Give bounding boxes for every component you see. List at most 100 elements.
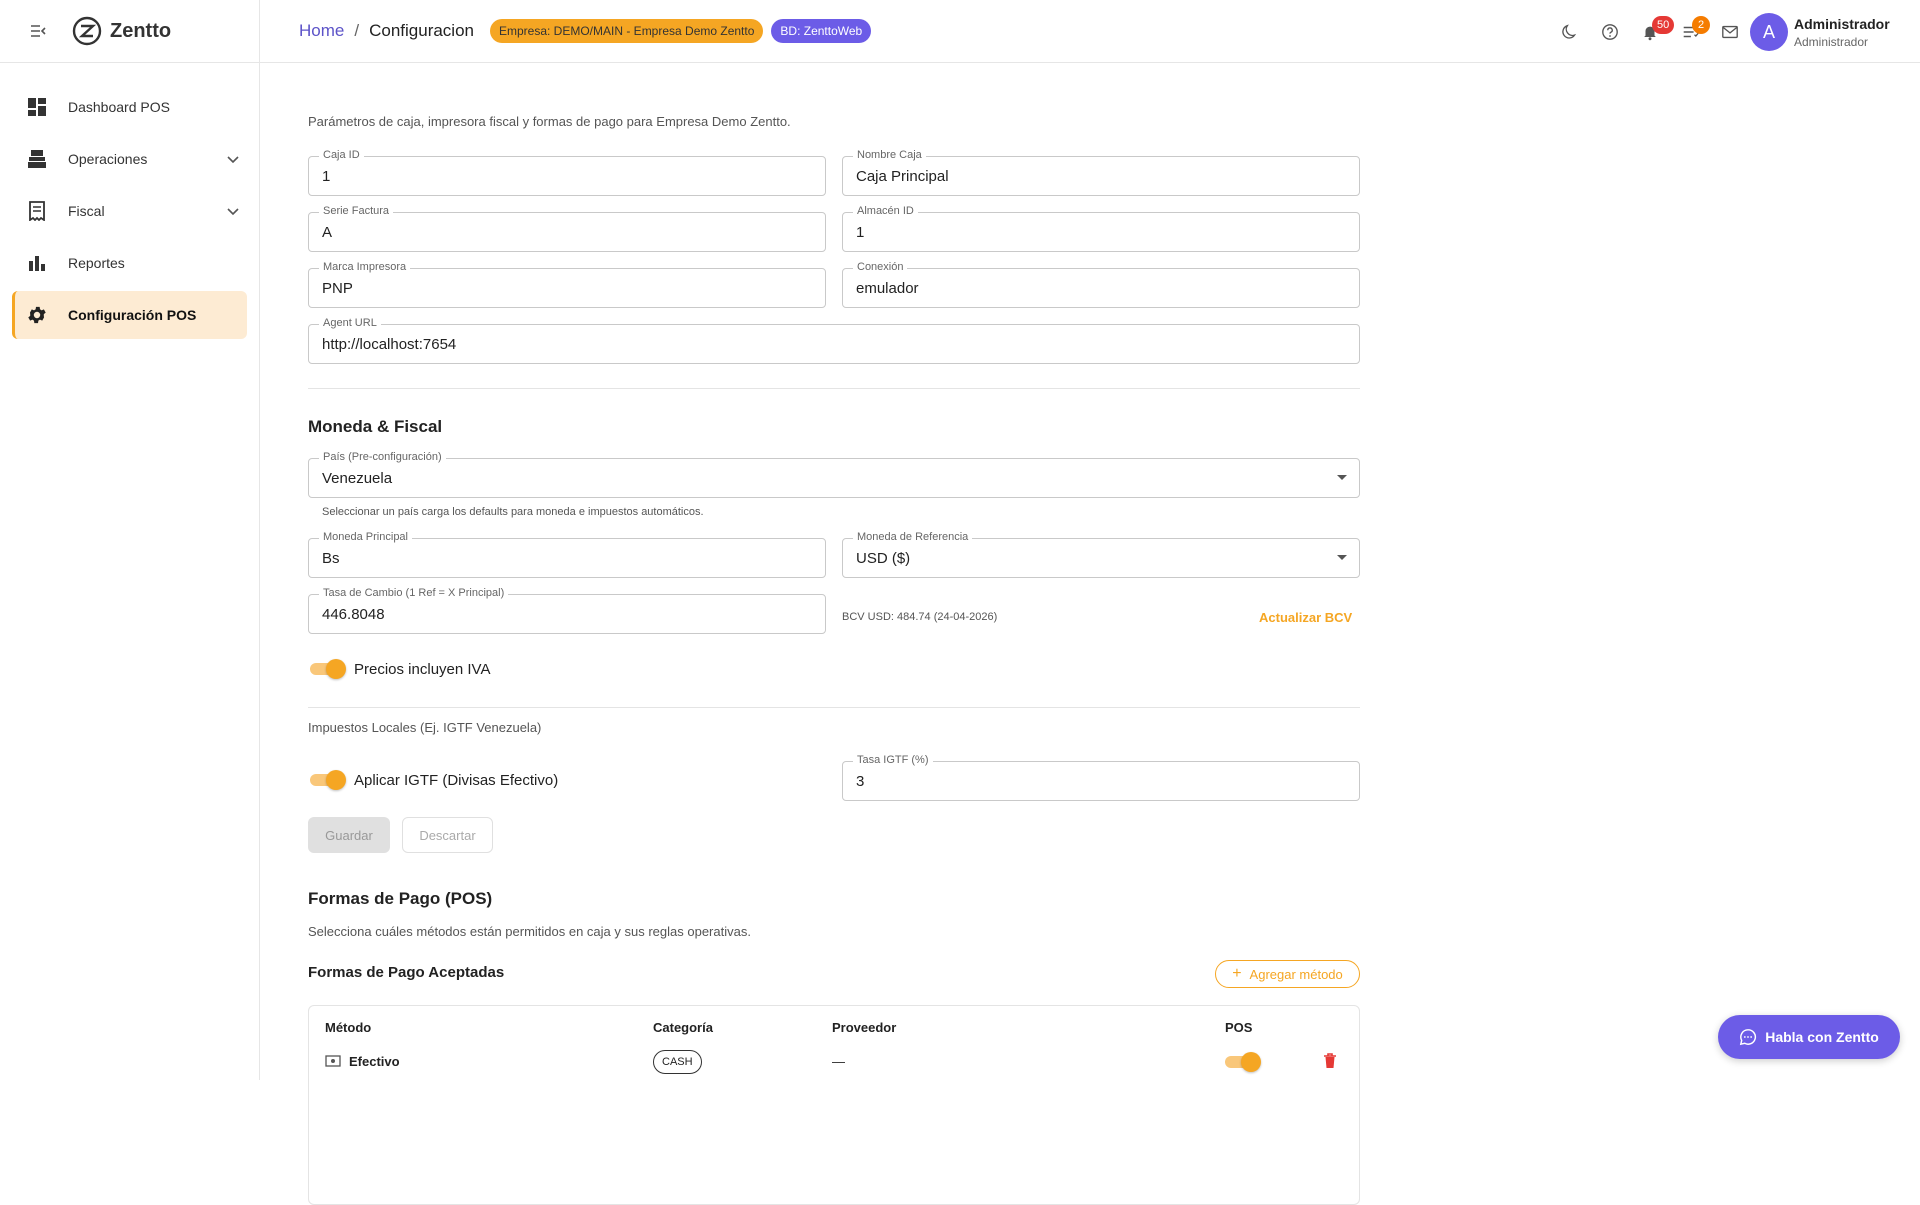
field-value: 1 [856, 224, 865, 241]
tasks-button[interactable]: 2 [1670, 12, 1710, 52]
topbar-actions: 50 2 [1550, 0, 1750, 63]
field-value: Caja Principal [856, 168, 949, 185]
tasa-igtf-field[interactable]: Tasa IGTF (%) 3 [842, 754, 1360, 801]
breadcrumb-home-link[interactable]: Home [299, 21, 344, 41]
receipt-icon [26, 200, 48, 222]
field-value: 3 [856, 773, 865, 790]
sidebar-item-operaciones[interactable]: Operaciones [12, 135, 247, 183]
row-pos-switch[interactable] [1225, 1052, 1261, 1072]
sidebar-item-label: Fiscal [68, 203, 105, 219]
topbar: Home / Configuracion Empresa: DEMO/MAIN … [260, 0, 1920, 63]
switch-thumb [326, 659, 346, 679]
app-name: Zentto [110, 19, 172, 42]
help-button[interactable] [1590, 12, 1630, 52]
company-chip[interactable]: Empresa: DEMO/MAIN - Empresa Demo Zentto [490, 19, 764, 43]
gear-icon [26, 304, 48, 326]
field-value: http://localhost:7654 [322, 336, 457, 353]
column-header-categoria: Categoría [653, 1020, 713, 1035]
sidebar-item-dashboard-pos[interactable]: Dashboard POS [12, 83, 247, 131]
guardar-button[interactable]: Guardar [308, 817, 390, 853]
field-label: Tasa de Cambio (1 Ref = X Principal) [319, 587, 509, 599]
column-header-pos: POS [1225, 1020, 1253, 1035]
avatar: A [1750, 13, 1788, 51]
sidebar-item-label: Reportes [68, 255, 125, 271]
agregar-metodo-button[interactable]: + Agregar método [1215, 960, 1360, 988]
almacen-id-field[interactable]: Almacén ID 1 [842, 205, 1360, 252]
caja-id-field[interactable]: Caja ID 1 [308, 149, 826, 196]
sidebar-item-reportes[interactable]: Reportes [12, 239, 247, 287]
mail-icon [1722, 25, 1738, 38]
user-name: Administrador [1794, 15, 1890, 32]
field-value: Bs [322, 550, 340, 567]
pagos-subtitle: Selecciona cuáles métodos están permitid… [308, 924, 751, 939]
field-value: emulador [856, 280, 919, 297]
igtf-switch[interactable] [310, 770, 346, 790]
sidebar: Zentto Dashboard POS Operaciones Fiscal [0, 0, 260, 1080]
moneda-referencia-select[interactable]: Moneda de Referencia USD ($) [842, 531, 1360, 578]
field-label: Conexión [853, 261, 908, 273]
field-label: Tasa IGTF (%) [853, 754, 933, 766]
field-value: A [322, 224, 333, 241]
database-chip[interactable]: BD: ZenttoWeb [771, 19, 872, 43]
moon-icon [1562, 23, 1577, 39]
dark-mode-button[interactable] [1550, 12, 1590, 52]
conexion-field[interactable]: Conexión emulador [842, 261, 1360, 308]
field-label: Serie Factura [319, 205, 394, 217]
switch-thumb [326, 770, 346, 790]
pais-helper-text: Seleccionar un país carga los defaults p… [322, 506, 704, 518]
moneda-principal-field[interactable]: Moneda Principal Bs [308, 531, 826, 578]
field-label: Moneda de Referencia [853, 531, 973, 543]
nombre-caja-field[interactable]: Nombre Caja Caja Principal [842, 149, 1360, 196]
chevron-down-icon [227, 208, 239, 216]
agent-url-field[interactable]: Agent URL http://localhost:7654 [308, 317, 1360, 364]
impuestos-locales-label: Impuestos Locales (Ej. IGTF Venezuela) [308, 720, 542, 735]
help-icon [1602, 23, 1618, 40]
bcv-info: BCV USD: 484.74 (24-04-2026) [842, 611, 998, 623]
breadcrumb-current: Configuracion [369, 21, 474, 40]
delete-icon[interactable] [1323, 1053, 1337, 1069]
plus-icon: + [1232, 965, 1242, 982]
zentto-logo-icon [72, 16, 102, 46]
field-value: Venezuela [322, 470, 393, 487]
user-role: Administrador [1794, 34, 1869, 49]
dashboard-icon [26, 96, 48, 118]
sidebar-item-fiscal[interactable]: Fiscal [12, 187, 247, 235]
divider [308, 388, 1360, 389]
column-header-metodo: Método [325, 1020, 372, 1035]
field-label: País (Pre-configuración) [319, 451, 446, 463]
marca-impresora-field[interactable]: Marca Impresora PNP [308, 261, 826, 308]
actualizar-bcv-button[interactable]: Actualizar BCV [1259, 610, 1352, 625]
pais-select[interactable]: País (Pre-configuración) Venezuela [308, 451, 1360, 498]
igtf-label: Aplicar IGTF (Divisas Efectivo) [354, 772, 559, 789]
field-label: Marca Impresora [319, 261, 411, 273]
chevron-down-icon [227, 156, 239, 164]
sidebar-item-configuracion-pos[interactable]: Configuración POS [12, 291, 247, 339]
user-menu[interactable]: A Administrador Administrador [1750, 13, 1890, 51]
precios-iva-label: Precios incluyen IVA [354, 661, 491, 678]
sidebar-item-label: Dashboard POS [68, 99, 170, 115]
chat-button[interactable]: Habla con Zentto [1718, 1015, 1900, 1059]
messages-button[interactable] [1710, 12, 1750, 52]
descartar-button[interactable]: Descartar [402, 817, 493, 853]
divider [308, 707, 1360, 708]
tasks-badge: 2 [1692, 15, 1710, 34]
cash-icon [325, 1055, 341, 1067]
agregar-metodo-label: Agregar método [1249, 966, 1343, 982]
precios-iva-switch[interactable] [310, 659, 346, 679]
field-value: 446.8048 [322, 606, 385, 623]
field-value: PNP [322, 280, 353, 297]
row-metodo: Efectivo [349, 1054, 400, 1069]
tasa-cambio-field[interactable]: Tasa de Cambio (1 Ref = X Principal) 446… [308, 587, 826, 634]
switch-thumb [1241, 1052, 1261, 1072]
section-title-moneda: Moneda & Fiscal [308, 417, 443, 436]
notifications-button[interactable]: 50 [1630, 12, 1675, 52]
collapse-menu-icon[interactable] [28, 21, 48, 41]
cash-register-icon [26, 148, 48, 170]
field-label: Nombre Caja [853, 149, 926, 161]
row-categoria-chip: CASH [653, 1050, 702, 1074]
serie-factura-field[interactable]: Serie Factura A [308, 205, 826, 252]
column-header-proveedor: Proveedor [832, 1020, 897, 1035]
sidebar-item-label: Operaciones [68, 151, 148, 167]
field-label: Agent URL [319, 317, 381, 329]
pagos-aceptadas-title: Formas de Pago Aceptadas [308, 964, 505, 981]
